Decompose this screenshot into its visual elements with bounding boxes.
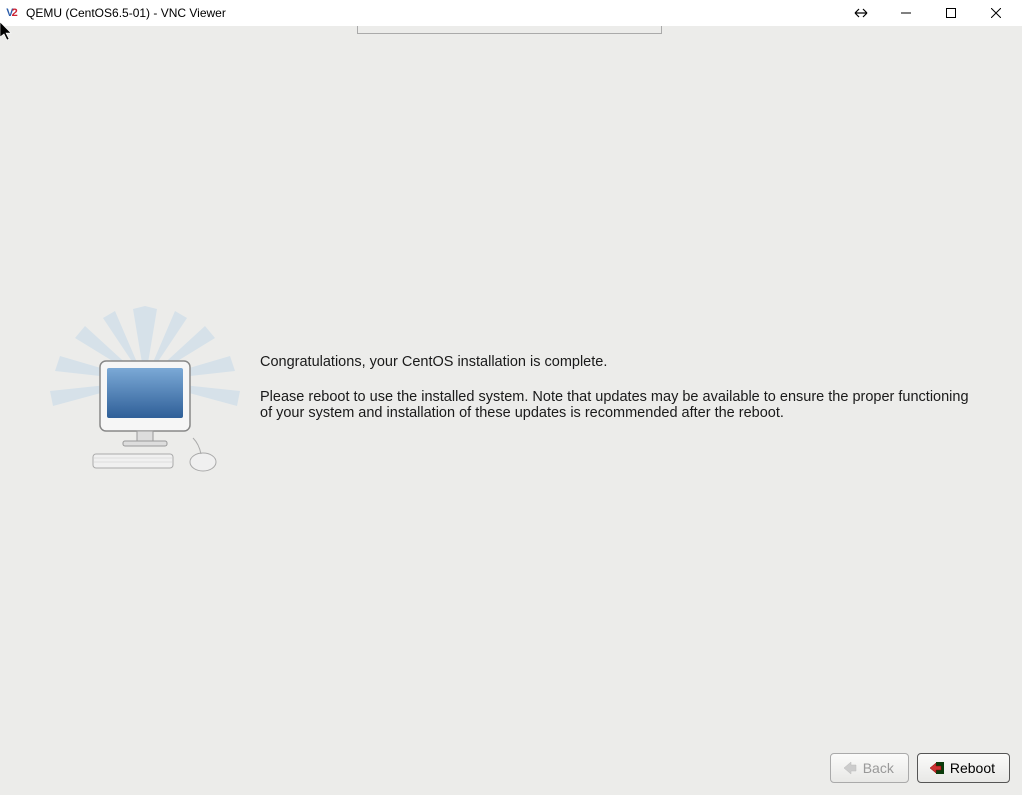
back-button: Back [830, 753, 909, 783]
installer-image [0, 306, 260, 476]
vnc-app-icon: V2 [4, 5, 20, 21]
toolbar-remnant [357, 26, 662, 34]
window-title: QEMU (CentOS6.5-01) - VNC Viewer [26, 6, 838, 20]
reboot-button[interactable]: Reboot [917, 753, 1010, 783]
congrats-text: Congratulations, your CentOS installatio… [260, 354, 982, 371]
installer-content: Congratulations, your CentOS installatio… [0, 26, 1022, 795]
button-bar: Back Reboot [830, 753, 1010, 783]
reboot-instructions: Please reboot to use the installed syste… [260, 389, 982, 422]
reboot-label: Reboot [950, 760, 995, 776]
back-label: Back [863, 760, 894, 776]
close-button[interactable] [973, 0, 1018, 26]
titlebar: V2 QEMU (CentOS6.5-01) - VNC Viewer [0, 0, 1022, 26]
maximize-button[interactable] [928, 0, 973, 26]
arrow-left-icon [841, 759, 859, 777]
resize-horizontal-icon[interactable] [838, 0, 883, 26]
reboot-icon [928, 759, 946, 777]
window-controls [838, 0, 1018, 26]
minimize-button[interactable] [883, 0, 928, 26]
